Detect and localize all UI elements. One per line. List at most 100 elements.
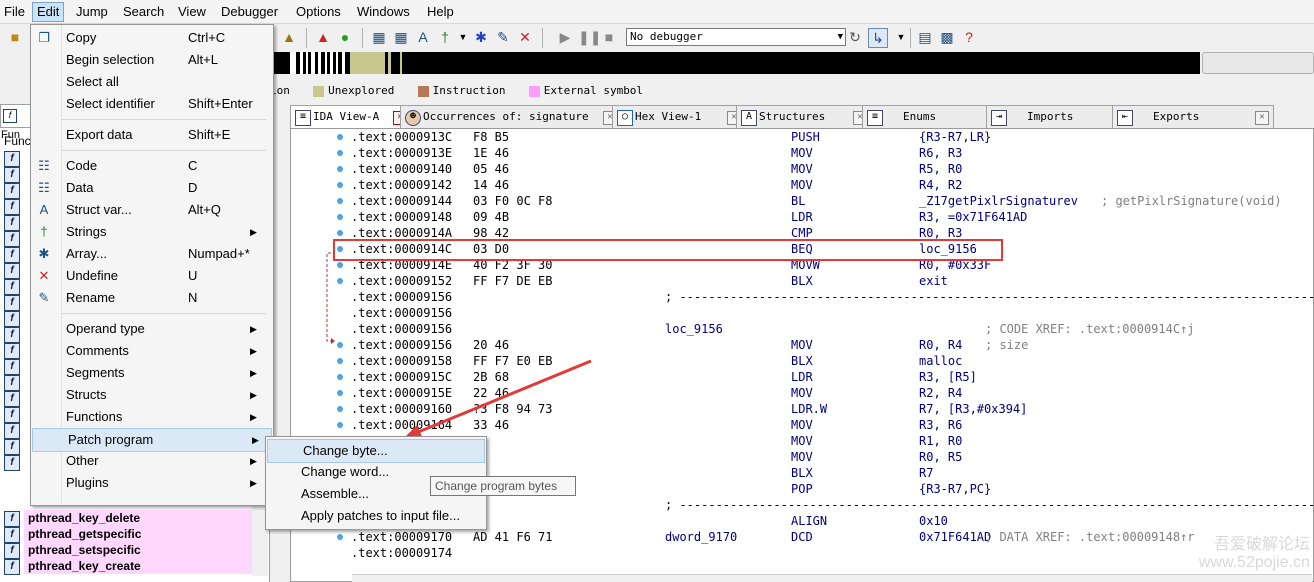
structures-icon: A — [741, 110, 757, 126]
edit-menuitem-operand-type[interactable]: Operand type ▶ — [31, 318, 271, 340]
tab-occurrences[interactable]: ☻ Occurrences of: signature ✕ — [400, 105, 622, 128]
navigation-scroll-box[interactable] — [1202, 52, 1314, 74]
help-icon[interactable]: ? — [960, 28, 978, 46]
chevron-down-icon[interactable]: ▼ — [454, 28, 472, 46]
edit-menuitem-segments[interactable]: Segments ▶ — [31, 362, 271, 384]
function-icon: f — [4, 231, 20, 247]
menu-item-label: Begin selection — [66, 52, 155, 67]
edit-menuitem-comments[interactable]: Comments ▶ — [31, 340, 271, 362]
legend-label: Unexplored — [328, 84, 395, 97]
function-icon: f — [4, 375, 20, 391]
edit-menuitem-copy[interactable]: ❐ Copy Ctrl+C — [31, 27, 271, 49]
chevron-right-icon: ▶ — [250, 368, 257, 378]
tab-exports[interactable]: ⇤ Exports ✕ — [1112, 105, 1274, 128]
edit-menuitem-array[interactable]: ✱ Array... Numpad+* — [31, 243, 271, 265]
debugger-select-value: No debugger — [630, 30, 703, 43]
chevron-right-icon: ▶ — [250, 346, 257, 356]
menu-item-shortcut: N — [188, 290, 198, 305]
function-name: pthread_getspecific — [24, 526, 258, 542]
edit-menuitem-rename[interactable]: ✎ Rename N — [31, 287, 271, 309]
tab-hex-view[interactable]: ○ Hex View-1 ✕ — [612, 105, 746, 128]
menu-item-label: Other — [66, 453, 99, 468]
chevron-down-icon[interactable]: ▼ — [892, 28, 910, 46]
navigation-band[interactable] — [270, 52, 1200, 74]
edit-menuitem-plugins[interactable]: Plugins ▶ — [31, 472, 271, 494]
apply-patches-menuitem[interactable]: Apply patches to input file... — [266, 505, 484, 527]
undefine-icon: ✕ — [38, 268, 50, 283]
menu-item-shortcut: Numpad+* — [188, 246, 250, 261]
function-icon: f — [4, 559, 20, 575]
undefine-icon[interactable]: ✕ — [516, 28, 534, 46]
change-byte-menuitem[interactable]: Change byte... — [267, 439, 485, 463]
menu-options[interactable]: Options — [292, 3, 345, 21]
edit-menuitem-begin-selection[interactable]: Begin selection Alt+L — [31, 49, 271, 71]
attach-icon[interactable]: ↻ — [846, 28, 864, 46]
menu-file[interactable]: File — [0, 3, 29, 21]
flashlight-icon[interactable]: ▲ — [280, 28, 298, 46]
chevron-right-icon: ▶ — [250, 456, 257, 466]
function-row[interactable]: f pthread_getspecific — [0, 526, 258, 543]
menu-view[interactable]: View — [174, 3, 210, 21]
function-icon: f — [4, 311, 20, 327]
strings-icon: † — [40, 224, 48, 239]
graph-icon[interactable]: ↳ — [868, 28, 888, 48]
toolbar-left: ■ — [0, 24, 34, 52]
tab-label: Structures — [759, 110, 826, 123]
edit-menuitem-strings[interactable]: † Strings ▶ — [31, 221, 271, 243]
function-name: pthread_key_create — [24, 558, 258, 574]
menu-jump[interactable]: Jump — [72, 3, 112, 21]
menu-item-label: Assemble... — [301, 486, 369, 501]
chevron-right-icon: ▶ — [250, 324, 257, 334]
edit-menuitem-select-identifier[interactable]: Select identifier Shift+Enter — [31, 93, 271, 115]
close-icon[interactable]: ✕ — [1255, 111, 1269, 125]
copy-icon: ❐ — [38, 30, 50, 45]
green-circle-icon[interactable]: ● — [336, 28, 354, 46]
edit-menuitem-code[interactable]: ☷ Code C — [31, 155, 271, 177]
array-icon[interactable]: ✱ — [472, 28, 490, 46]
menu-help[interactable]: Help — [423, 3, 458, 21]
edit-menuitem-export-data[interactable]: Export data Shift+E — [31, 124, 271, 146]
code-icon[interactable]: ▦ — [370, 28, 388, 46]
menu-debugger[interactable]: Debugger — [217, 3, 282, 21]
function-name: pthread_key_delete — [24, 510, 258, 526]
cpu-icon[interactable]: ▩ — [938, 28, 956, 46]
menu-edit[interactable]: Edit — [32, 2, 65, 22]
edit-menuitem-other[interactable]: Other ▶ — [31, 450, 271, 472]
function-row[interactable]: f pthread_key_delete — [0, 510, 258, 527]
chevron-right-icon: ▶ — [250, 478, 257, 488]
edit-menuitem-patch-program[interactable]: Patch program ▶ — [32, 428, 272, 452]
menu-item-label: Array... — [66, 246, 107, 261]
legend-label: Instruction — [432, 84, 506, 97]
legend-swatch-instruction — [417, 85, 429, 97]
data-icon[interactable]: ▦ — [392, 28, 410, 46]
tab-ida-view-a[interactable]: ≡ IDA View-A ✕ — [290, 105, 412, 128]
stop-icon[interactable]: ■ — [600, 28, 618, 46]
menu-separator — [61, 119, 266, 120]
strings-icon[interactable]: † — [436, 28, 454, 46]
toolbar-separator — [362, 28, 363, 48]
menu-item-label: Rename — [66, 290, 116, 305]
function-icon: f — [4, 423, 20, 439]
menu-item-label: Change byte... — [303, 443, 388, 458]
edit-menuitem-functions[interactable]: Functions ▶ — [31, 406, 271, 428]
rename-icon[interactable]: ✎ — [494, 28, 512, 46]
edit-menuitem-struct-var[interactable]: A Struct var... Alt+Q — [31, 199, 271, 221]
breakpoint-list-icon[interactable]: ▤ — [916, 28, 934, 46]
play-icon[interactable]: ▶ — [556, 28, 574, 46]
edit-menuitem-structs[interactable]: Structs ▶ — [31, 384, 271, 406]
menu-windows[interactable]: Windows — [353, 3, 414, 21]
edit-menuitem-select-all[interactable]: Select all — [31, 71, 271, 93]
ascii-icon[interactable]: A — [414, 28, 432, 46]
legend-swatch-external — [528, 85, 540, 97]
function-row[interactable]: f pthread_setspecific — [0, 542, 258, 559]
function-row[interactable]: f pthread_key_create — [0, 558, 258, 575]
tab-structures[interactable]: A Structures ✕ — [736, 105, 872, 128]
open-folder-icon[interactable]: ■ — [6, 28, 24, 46]
debugger-select[interactable]: No debugger ▼ — [626, 28, 846, 46]
pause-icon[interactable]: ❚❚ — [578, 28, 601, 46]
menu-search[interactable]: Search — [119, 3, 168, 21]
warning-icon[interactable]: ▲ — [314, 28, 332, 46]
edit-menuitem-undefine[interactable]: ✕ Undefine U — [31, 265, 271, 287]
edit-menuitem-data[interactable]: ☷ Data D — [31, 177, 271, 199]
menu-item-label: Change word... — [301, 464, 390, 479]
